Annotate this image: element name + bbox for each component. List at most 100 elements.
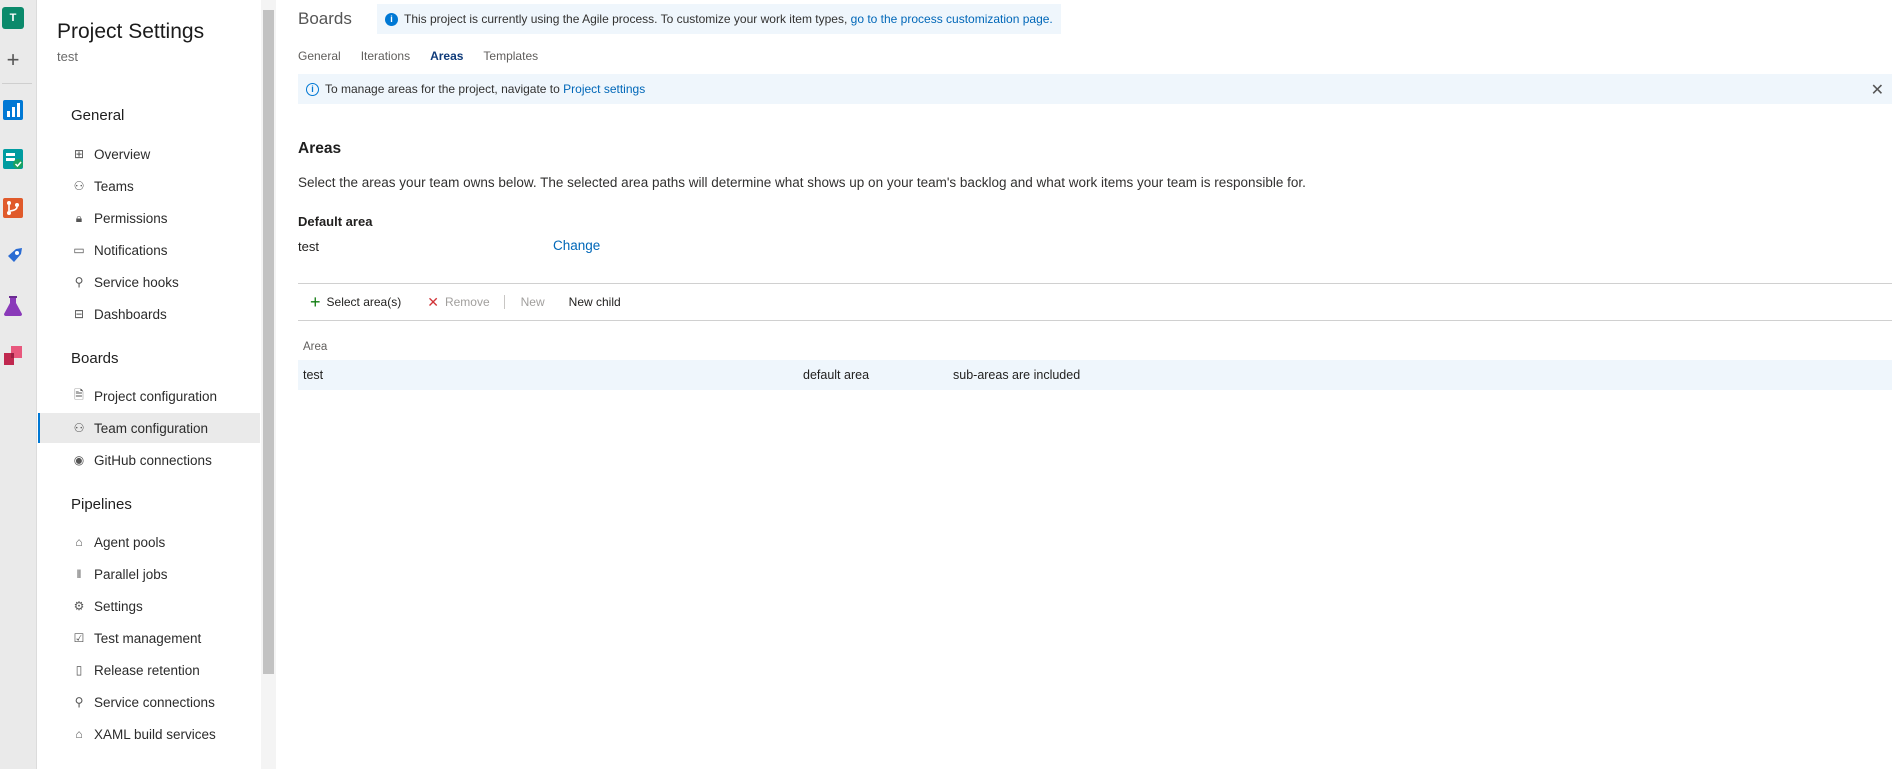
- nav-item-label: Agent pools: [94, 534, 166, 550]
- boards-check-app-icon[interactable]: [2, 148, 24, 170]
- project-settings-link[interactable]: Project settings: [563, 82, 645, 96]
- nav-item-permissions[interactable]: 🔒︎ Permissions: [38, 203, 260, 233]
- close-icon: ✕: [427, 293, 439, 310]
- artifacts-app-icon[interactable]: [2, 344, 24, 366]
- areas-description: Select the areas your team owns below. T…: [298, 175, 1306, 190]
- rail-divider: [2, 83, 32, 84]
- plus-icon: +: [310, 292, 321, 312]
- tab-templates[interactable]: Templates: [483, 49, 538, 63]
- tab-areas[interactable]: Areas: [430, 49, 463, 63]
- nav-item-label: Release retention: [94, 662, 200, 678]
- nav-item-label: Project configuration: [94, 388, 218, 404]
- select-areas-label: Select area(s): [326, 295, 402, 309]
- plug-icon: ⚲: [74, 695, 84, 709]
- boards-app-icon[interactable]: [2, 99, 24, 121]
- plug-icon: ⚲: [74, 275, 84, 289]
- table-row[interactable]: test default area sub-areas are included: [298, 360, 1892, 390]
- nav-item-agent-pools[interactable]: ⌂ Agent pools: [38, 527, 260, 557]
- lock-icon: 🔒︎: [75, 210, 83, 225]
- remove-button[interactable]: ✕ Remove: [427, 294, 489, 311]
- nav-item-notifications[interactable]: ▭ Notifications: [38, 235, 260, 265]
- select-areas-button[interactable]: + Select area(s): [310, 293, 401, 311]
- scrollbar-thumb[interactable]: [263, 10, 274, 674]
- default-area-label: Default area: [298, 214, 373, 229]
- nav-item-overview[interactable]: ⊞ Overview: [38, 139, 260, 169]
- nav-item-label: Teams: [94, 178, 134, 194]
- nav-heading-boards: Boards: [71, 350, 119, 367]
- nav-project-name: test: [57, 49, 78, 64]
- nav-item-label: GitHub connections: [94, 452, 212, 468]
- nav-item-label: Parallel jobs: [94, 566, 168, 582]
- document-icon: 🗎︎: [74, 387, 84, 402]
- nav-item-release-retention[interactable]: ▯ Release retention: [38, 655, 260, 685]
- nav-item-label: Service hooks: [94, 274, 179, 290]
- toolbar-divider: [503, 295, 505, 309]
- close-icon[interactable]: ✕: [1871, 80, 1884, 100]
- nav-item-service-hooks[interactable]: ⚲ Service hooks: [38, 267, 260, 297]
- build-icon: ⌂: [75, 727, 83, 741]
- test-plans-app-icon[interactable]: [2, 295, 24, 317]
- grid-header-area: Area: [303, 341, 328, 353]
- overview-icon: ⊞: [73, 147, 85, 161]
- process-info-text: This project is currently using the Agil…: [404, 12, 848, 26]
- nav-heading-general: General: [71, 107, 125, 124]
- tab-iterations[interactable]: Iterations: [361, 49, 410, 63]
- repos-app-icon[interactable]: [2, 197, 24, 219]
- default-area-value: test: [298, 239, 319, 254]
- parallel-icon: ‖: [76, 567, 82, 581]
- nav-item-dashboards[interactable]: ⊟ Dashboards: [38, 299, 260, 329]
- teams-icon: ⚇: [73, 179, 85, 193]
- plus-icon[interactable]: +: [2, 47, 24, 72]
- info-icon: i: [306, 82, 319, 96]
- default-area-cell: default area: [803, 368, 870, 382]
- team-config-icon: ⚇: [73, 421, 85, 435]
- areas-title: Areas: [298, 140, 342, 157]
- nav-item-label: Notifications: [94, 242, 168, 258]
- manage-areas-banner: i To manage areas for the project, navig…: [298, 74, 1892, 104]
- subareas-cell: sub-areas are included: [953, 368, 1081, 382]
- phone-icon: ▯: [75, 663, 83, 677]
- nav-item-label: Overview: [94, 146, 151, 162]
- gear-icon: ⚙: [73, 599, 85, 613]
- tab-bar: General Iterations Areas Templates: [298, 49, 538, 63]
- agent-pool-icon: ⌂: [75, 535, 83, 549]
- test-icon: ☑: [73, 631, 85, 645]
- project-avatar[interactable]: T: [2, 7, 24, 29]
- process-info-banner: i This project is currently using the Ag…: [377, 4, 1061, 34]
- nav-item-project-configuration[interactable]: 🗎︎ Project configuration: [38, 381, 260, 411]
- remove-label: Remove: [444, 295, 490, 309]
- github-icon: ◉: [73, 453, 85, 467]
- nav-item-label: Settings: [94, 598, 143, 614]
- nav-item-label: Test management: [94, 630, 202, 646]
- nav-item-label: Dashboards: [94, 306, 167, 322]
- nav-item-test-management[interactable]: ☑ Test management: [38, 623, 260, 653]
- nav-item-settings[interactable]: ⚙ Settings: [38, 591, 260, 621]
- areas-toolbar: + Select area(s) ✕ Remove New New child: [298, 283, 1892, 321]
- nav-item-label: Team configuration: [94, 420, 209, 436]
- nav-item-team-configuration[interactable]: ⚇ Team configuration: [38, 413, 260, 443]
- nav-scrollbar[interactable]: [261, 0, 276, 769]
- tab-general[interactable]: General: [298, 49, 341, 63]
- dashboard-icon: ⊟: [73, 307, 85, 321]
- comment-icon: ▭: [73, 243, 85, 257]
- area-cell: test: [303, 368, 324, 382]
- app-rail: T +: [0, 0, 37, 769]
- new-button[interactable]: New: [521, 295, 545, 309]
- nav-heading-pipelines: Pipelines: [71, 496, 132, 513]
- nav-item-teams[interactable]: ⚇ Teams: [38, 171, 260, 201]
- breadcrumb: Boards: [298, 9, 352, 28]
- nav-title: Project Settings: [57, 20, 205, 43]
- nav-item-label: Service connections: [94, 694, 215, 710]
- nav-item-parallel-jobs[interactable]: ‖ Parallel jobs: [38, 559, 260, 589]
- info-icon: i: [385, 12, 398, 26]
- nav-item-xaml-build-services[interactable]: ⌂ XAML build services: [38, 719, 260, 749]
- banner-text: To manage areas for the project, navigat…: [325, 82, 560, 96]
- process-customization-link[interactable]: go to the process customization page.: [851, 12, 1053, 26]
- pipelines-app-icon[interactable]: [2, 246, 24, 268]
- nav-item-label: Permissions: [94, 210, 168, 226]
- change-default-area-link[interactable]: Change: [553, 238, 600, 253]
- nav-item-github-connections[interactable]: ◉ GitHub connections: [38, 445, 260, 475]
- nav-item-service-connections[interactable]: ⚲ Service connections: [38, 687, 260, 717]
- nav-item-label: XAML build services: [94, 726, 216, 742]
- new-child-button[interactable]: New child: [569, 295, 621, 309]
